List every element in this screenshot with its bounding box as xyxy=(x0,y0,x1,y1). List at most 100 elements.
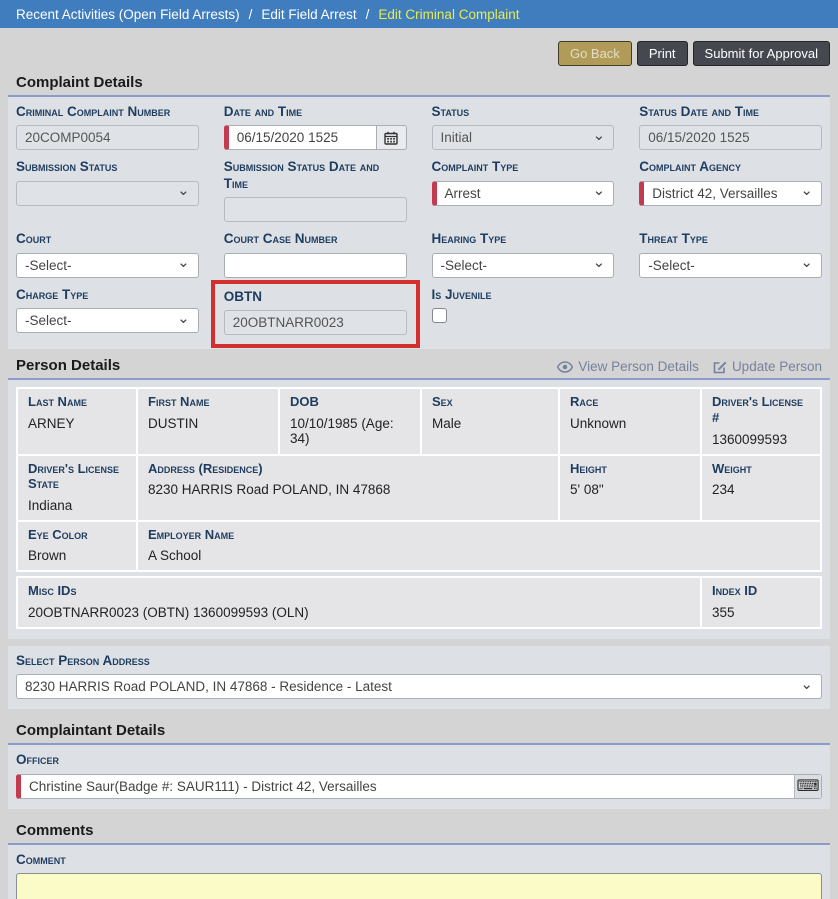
keyboard-icon[interactable]: ⌨ xyxy=(794,775,821,798)
complaint-type-select[interactable]: Arrest ⌄ xyxy=(432,181,615,206)
cell-address-residence: Address (Residence)8230 HARRIS Road POLA… xyxy=(137,455,559,521)
table-row: Driver's License StateIndiana Address (R… xyxy=(17,455,821,521)
selected-value: -Select- xyxy=(25,258,72,273)
field-complaint-agency: Complaint Agency District 42, Versailles… xyxy=(639,159,822,222)
selected-value: -Select- xyxy=(25,313,72,328)
complaintant-details-heading: Complaintant Details xyxy=(8,721,830,745)
field-is-juvenile: Is Juvenile xyxy=(432,287,615,339)
field-label: Court xyxy=(16,231,199,247)
selected-value: District 42, Versailles xyxy=(652,186,777,201)
cell-eye-color: Eye ColorBrown xyxy=(17,521,137,572)
field-label: OBTN xyxy=(224,289,407,305)
cell-dob: DOB10/10/1985 (Age: 34) xyxy=(279,388,421,454)
field-court-case-number: Court Case Number xyxy=(224,231,407,277)
comment-textarea[interactable] xyxy=(16,873,822,899)
breadcrumb-separator: / xyxy=(249,7,253,22)
link-label: View Person Details xyxy=(578,359,699,374)
submission-status-date-input xyxy=(224,197,407,222)
field-label: Officer xyxy=(16,752,822,768)
comments-heading: Comments xyxy=(8,821,830,845)
field-label: Hearing Type xyxy=(432,231,615,247)
is-juvenile-checkbox[interactable] xyxy=(432,308,447,323)
complaint-details-panel: Criminal Complaint Number Date and Time xyxy=(8,97,830,349)
field-label: Status Date and Time xyxy=(639,104,822,120)
go-back-button[interactable]: Go Back xyxy=(558,41,632,66)
cell-height: Height5' 08" xyxy=(559,455,701,521)
field-status: Status Initial ⌄ xyxy=(432,104,615,150)
person-details-table: Last NameARNEY First NameDUSTIN DOB10/10… xyxy=(16,387,822,572)
grid-spacer xyxy=(639,287,822,339)
field-label: Court Case Number xyxy=(224,231,407,247)
section-title: Complaintant Details xyxy=(16,722,165,739)
selected-value: -Select- xyxy=(648,258,695,273)
field-criminal-complaint-number: Criminal Complaint Number xyxy=(16,104,199,150)
breadcrumb-edit-criminal-complaint: Edit Criminal Complaint xyxy=(378,7,519,22)
select-person-address-panel: Select Person Address 8230 HARRIS Road P… xyxy=(8,646,830,709)
date-and-time-input[interactable] xyxy=(224,125,377,150)
person-misc-table: Misc IDs20OBTNARR0023 (OBTN) 1360099593 … xyxy=(16,576,822,629)
cell-last-name: Last NameARNEY xyxy=(17,388,137,454)
field-court: Court -Select- ⌄ xyxy=(16,231,199,277)
cell-drivers-license-state: Driver's License StateIndiana xyxy=(17,455,137,521)
field-label: Comment xyxy=(16,852,822,868)
selected-value: -Select- xyxy=(441,258,488,273)
threat-type-select[interactable]: -Select- ⌄ xyxy=(639,253,822,278)
obtn-input xyxy=(224,310,407,335)
update-person-link[interactable]: Update Person xyxy=(713,359,822,374)
field-label: Select Person Address xyxy=(16,653,822,669)
person-details-panel: Last NameARNEY First NameDUSTIN DOB10/10… xyxy=(8,380,830,639)
complaint-agency-select[interactable]: District 42, Versailles ⌄ xyxy=(639,181,822,206)
field-label: Criminal Complaint Number xyxy=(16,104,199,120)
cell-misc-ids: Misc IDs20OBTNARR0023 (OBTN) 1360099593 … xyxy=(17,577,701,628)
field-label: Submission Status xyxy=(16,159,199,175)
eye-icon xyxy=(557,361,573,373)
action-toolbar: Go Back Print Submit for Approval xyxy=(0,28,838,73)
table-row: Last NameARNEY First NameDUSTIN DOB10/10… xyxy=(17,388,821,454)
comments-panel: Comment xyxy=(8,845,830,899)
cell-first-name: First NameDUSTIN xyxy=(137,388,279,454)
complaint-details-heading: Complaint Details xyxy=(8,73,830,97)
view-person-details-link[interactable]: View Person Details xyxy=(557,359,699,374)
person-details-heading: Person Details View Person Details Updat… xyxy=(8,356,830,380)
submit-for-approval-button[interactable]: Submit for Approval xyxy=(693,41,830,66)
criminal-complaint-number-input xyxy=(16,125,199,150)
field-hearing-type: Hearing Type -Select- ⌄ xyxy=(432,231,615,277)
cell-drivers-license-number: Driver's License #1360099593 xyxy=(701,388,821,454)
pencil-square-icon xyxy=(713,360,727,374)
breadcrumb: Recent Activities (Open Field Arrests) /… xyxy=(0,0,838,28)
print-button[interactable]: Print xyxy=(637,41,688,66)
cell-index-id: Index ID355 xyxy=(701,577,821,628)
field-label: Charge Type xyxy=(16,287,199,303)
field-charge-type: Charge Type -Select- ⌄ xyxy=(16,287,199,339)
breadcrumb-recent-activities[interactable]: Recent Activities (Open Field Arrests) xyxy=(16,7,240,22)
breadcrumb-edit-field-arrest[interactable]: Edit Field Arrest xyxy=(261,7,356,22)
cell-employer-name: Employer NameA School xyxy=(137,521,821,572)
calendar-button[interactable] xyxy=(377,125,407,150)
cell-sex: SexMale xyxy=(421,388,559,454)
section-title: Complaint Details xyxy=(16,74,143,91)
field-status-date-and-time: Status Date and Time xyxy=(639,104,822,150)
status-date-and-time-input xyxy=(639,125,822,150)
person-address-select[interactable]: 8230 HARRIS Road POLAND, IN 47868 - Resi… xyxy=(16,674,822,699)
field-threat-type: Threat Type -Select- ⌄ xyxy=(639,231,822,277)
field-obtn: OBTN xyxy=(224,287,407,339)
court-case-number-input[interactable] xyxy=(224,253,407,278)
table-row: Misc IDs20OBTNARR0023 (OBTN) 1360099593 … xyxy=(17,577,821,628)
field-complaint-type: Complaint Type Arrest ⌄ xyxy=(432,159,615,222)
field-label: Status xyxy=(432,104,615,120)
field-label: Date and Time xyxy=(224,104,407,120)
field-label: Complaint Agency xyxy=(639,159,822,175)
field-submission-status: Submission Status ⌄ xyxy=(16,159,199,222)
cell-weight: Weight234 xyxy=(701,455,821,521)
officer-input[interactable] xyxy=(16,774,822,799)
hearing-type-select[interactable]: -Select- ⌄ xyxy=(432,253,615,278)
breadcrumb-separator: / xyxy=(366,7,370,22)
selected-value: 8230 HARRIS Road POLAND, IN 47868 - Resi… xyxy=(25,679,392,694)
submission-status-select: ⌄ xyxy=(16,181,199,206)
cell-race: RaceUnknown xyxy=(559,388,701,454)
link-label: Update Person xyxy=(732,359,822,374)
court-select[interactable]: -Select- ⌄ xyxy=(16,253,199,278)
selected-value: Initial xyxy=(441,130,473,145)
charge-type-select[interactable]: -Select- ⌄ xyxy=(16,308,199,333)
table-row: Eye ColorBrown Employer NameA School xyxy=(17,521,821,572)
